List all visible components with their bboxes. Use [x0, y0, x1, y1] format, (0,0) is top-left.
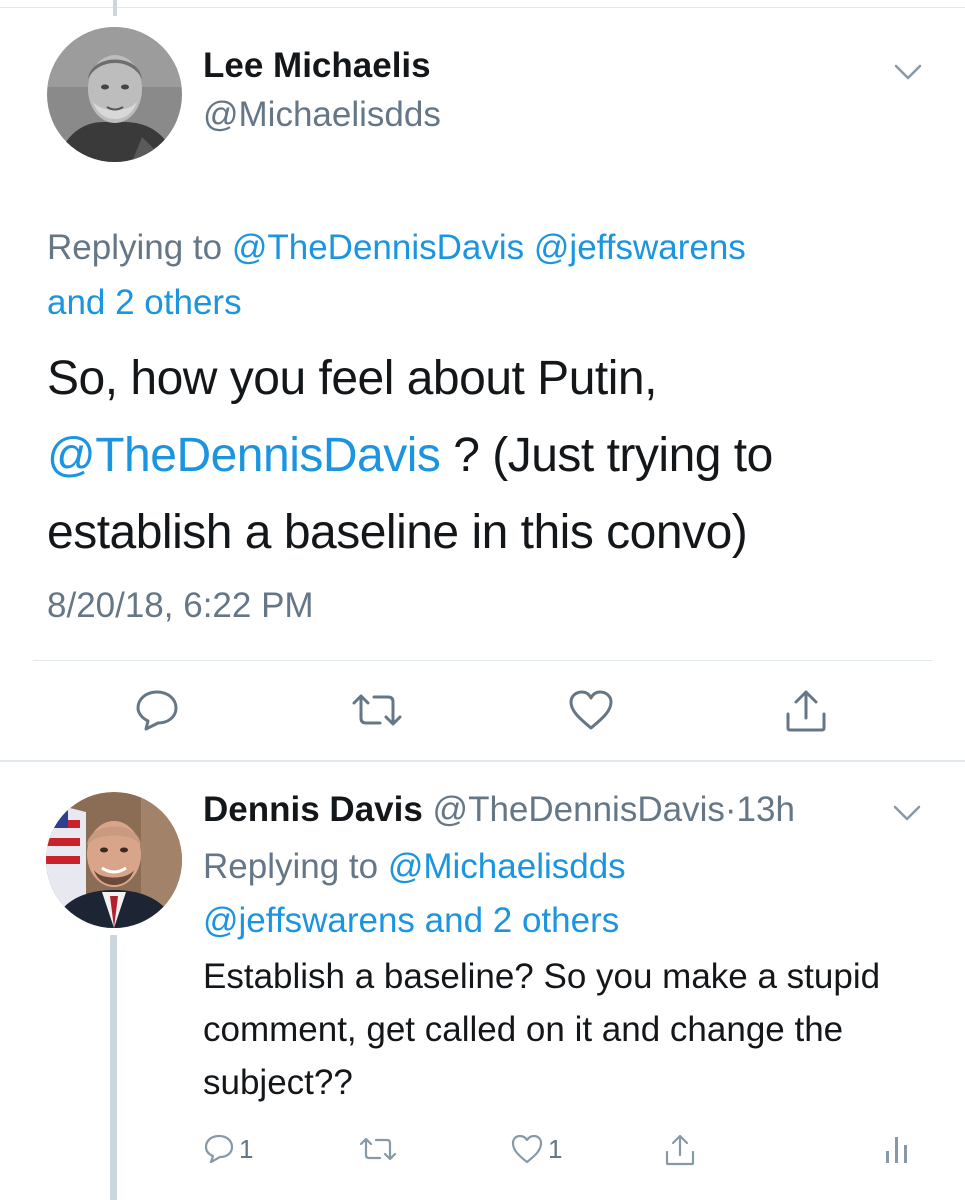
- author-handle[interactable]: @Michaelisdds: [203, 95, 441, 135]
- author-handle[interactable]: @TheDennisDavis: [433, 790, 725, 829]
- analytics-icon: [884, 1133, 910, 1165]
- mention-link[interactable]: @TheDennisDavis: [232, 228, 524, 267]
- replying-to: Replying to @Michaelisdds @jeffswarens a…: [203, 840, 903, 948]
- others-link[interactable]: and 2 others: [425, 901, 620, 940]
- retweet-button[interactable]: [358, 1133, 398, 1165]
- replying-to-label: Replying to: [203, 847, 379, 886]
- share-icon: [783, 688, 829, 734]
- reply-button[interactable]: [134, 688, 180, 732]
- chevron-down-icon[interactable]: [892, 803, 922, 823]
- reply-header: Dennis Davis @TheDennisDavis·13h: [203, 790, 795, 830]
- mention-link[interactable]: @Michaelisdds: [388, 847, 626, 886]
- relative-time[interactable]: 13h: [737, 790, 795, 829]
- retweet-icon: [358, 1133, 398, 1165]
- heart-icon: [567, 688, 615, 732]
- replying-to: Replying to @TheDennisDavis @jeffswarens…: [47, 220, 907, 330]
- chevron-down-icon[interactable]: [893, 62, 923, 82]
- mention-link[interactable]: @jeffswarens: [203, 901, 415, 940]
- retweet-icon: [350, 688, 404, 732]
- thread-line: [110, 935, 117, 1200]
- reply-count: 1: [239, 1133, 254, 1164]
- author-name[interactable]: Dennis Davis: [203, 790, 423, 829]
- like-button[interactable]: 1: [510, 1133, 562, 1165]
- like-button[interactable]: [567, 688, 615, 732]
- reply-button[interactable]: 1: [203, 1133, 253, 1165]
- top-divider: [0, 7, 965, 8]
- tweet-separator: [0, 760, 965, 762]
- avatar[interactable]: [46, 792, 182, 928]
- share-icon: [664, 1133, 696, 1167]
- tweet-text: So, how you feel about Putin, @TheDennisD…: [47, 340, 927, 571]
- mention-link[interactable]: @TheDennisDavis: [47, 429, 441, 482]
- reply-icon: [134, 688, 180, 732]
- separator-dot: ·: [724, 790, 737, 829]
- share-button[interactable]: [664, 1133, 696, 1167]
- share-button[interactable]: [783, 688, 829, 734]
- tweet-text-part: So, how you feel about Putin,: [47, 352, 657, 405]
- avatar[interactable]: [47, 27, 182, 162]
- like-count: 1: [548, 1133, 563, 1164]
- analytics-button[interactable]: [884, 1133, 910, 1165]
- timestamp[interactable]: 8/20/18, 6:22 PM: [47, 586, 314, 626]
- mention-link[interactable]: @jeffswarens: [534, 228, 746, 267]
- replying-to-label: Replying to: [47, 228, 223, 267]
- thread-connector-top: [113, 0, 117, 16]
- retweet-button[interactable]: [350, 688, 404, 732]
- tweet-text: Establish a baseline? So you make a stup…: [203, 957, 881, 1102]
- divider: [33, 660, 932, 661]
- reply-icon: [203, 1133, 235, 1165]
- heart-icon: [510, 1133, 544, 1165]
- author-name[interactable]: Lee Michaelis: [203, 46, 431, 86]
- others-link[interactable]: and 2 others: [47, 283, 242, 322]
